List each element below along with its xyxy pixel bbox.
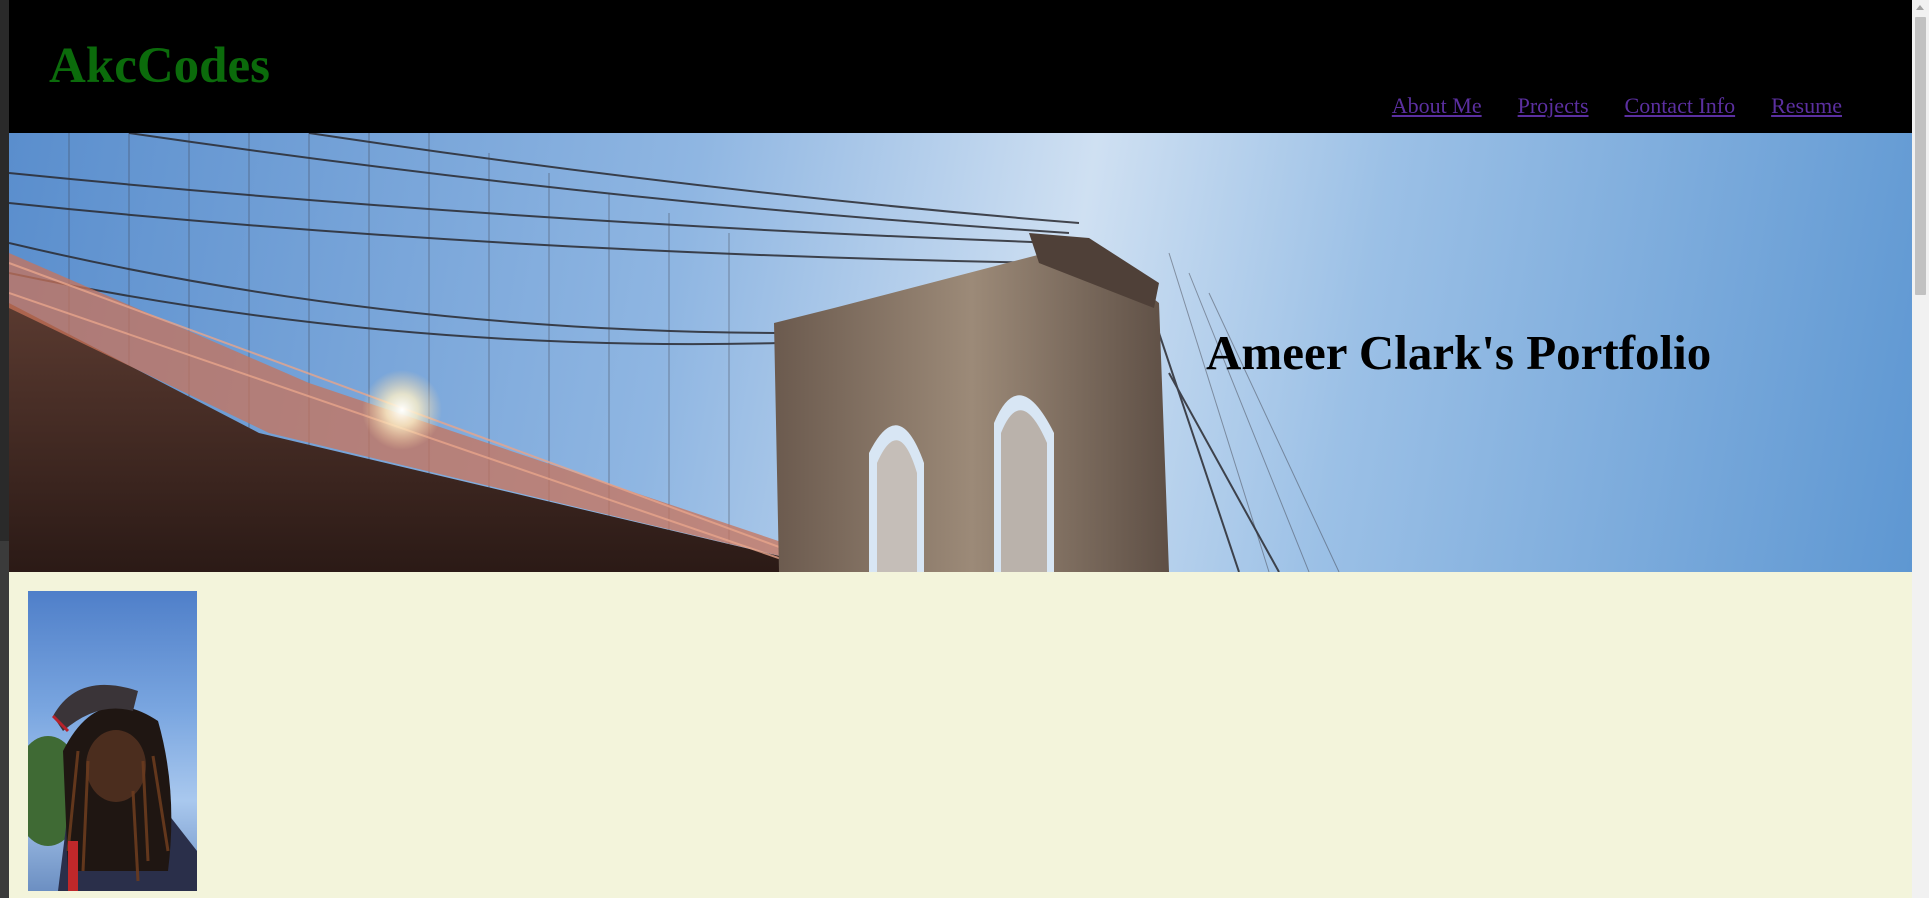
main-nav: About Me Projects Contact Info Resume (1356, 93, 1842, 119)
nav-link-resume[interactable]: Resume (1771, 93, 1842, 119)
site-brand: AkcCodes (49, 38, 271, 94)
profile-photo (28, 591, 197, 891)
nav-link-contact-info[interactable]: Contact Info (1625, 93, 1736, 119)
site-header: AkcCodes About Me Projects Contact Info … (9, 0, 1912, 133)
scroll-up-arrow-icon[interactable] (1916, 5, 1924, 10)
page: AkcCodes About Me Projects Contact Info … (9, 0, 1912, 898)
vertical-scrollbar[interactable] (1912, 0, 1929, 898)
hero-title: Ameer Clark's Portfolio (1206, 325, 1712, 380)
nav-link-projects[interactable]: Projects (1518, 93, 1589, 119)
scrollbar-thumb[interactable] (1915, 17, 1926, 295)
window-edge (0, 0, 9, 898)
nav-link-about-me[interactable]: About Me (1392, 93, 1482, 119)
hero-banner: Ameer Clark's Portfolio (9, 133, 1912, 572)
